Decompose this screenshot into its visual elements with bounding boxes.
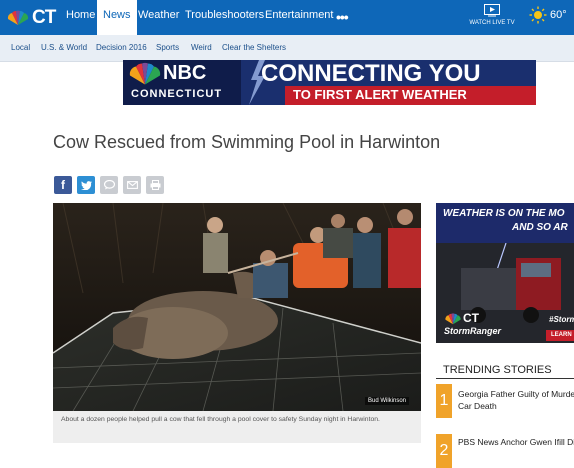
banner-peacock-icon: [129, 62, 161, 85]
trending-story-2-line1: PBS News Anchor Gwen Ifill Die: [458, 437, 574, 447]
facebook-share-button[interactable]: f: [54, 176, 72, 194]
peacock-icon: [7, 10, 29, 25]
banner-ad[interactable]: NBC CONNECTICUT CONNECTING YOU TO FIRST …: [123, 60, 536, 105]
banner-station-text: CONNECTICUT: [131, 88, 223, 100]
nav-news[interactable]: News: [97, 0, 137, 35]
comment-icon: [103, 180, 115, 190]
comment-button[interactable]: [100, 176, 118, 194]
photo-caption: About a dozen people helped pull a cow t…: [53, 411, 421, 443]
sun-icon: [529, 6, 547, 24]
nav-weather[interactable]: Weather: [132, 0, 185, 35]
weather-widget[interactable]: 60°: [529, 5, 567, 25]
ad-hashtag: #Storm: [549, 315, 574, 324]
trending-story-2[interactable]: PBS News Anchor Gwen Ifill Die: [458, 436, 574, 448]
trending-heading: TRENDING STORIES: [443, 364, 552, 376]
top-navigation-bar: CT Home News Weather Troubleshooters Ent…: [0, 0, 574, 35]
subnav-local[interactable]: Local: [11, 43, 30, 52]
cow-rescue-photo: [53, 203, 421, 411]
subnav-decision-2016[interactable]: Decision 2016: [96, 43, 147, 52]
banner-logo-block: NBC CONNECTICUT: [123, 60, 241, 105]
ad-brand: CT: [463, 311, 479, 325]
tv-icon: [484, 4, 500, 17]
storm-ranger-ad[interactable]: WEATHER IS ON THE MO AND SO AR CT StormR…: [436, 203, 574, 343]
nav-entertainment[interactable]: Entertainment: [259, 0, 339, 35]
ad-headline-2: AND SO AR: [512, 222, 568, 233]
ad-headline: WEATHER IS ON THE MO: [443, 208, 565, 219]
trending-story-1-line1: Georgia Father Guilty of Murde: [458, 389, 574, 399]
subnav-clear-the-shelters[interactable]: Clear the Shelters: [222, 43, 286, 52]
banner-subline: TO FIRST ALERT WEATHER: [293, 87, 467, 102]
email-icon: [126, 181, 138, 189]
email-button[interactable]: [123, 176, 141, 194]
banner-headline: CONNECTING YOU: [261, 60, 481, 87]
sub-navigation-bar: Local U.S. & World Decision 2016 Sports …: [0, 35, 574, 62]
nbc-ct-logo[interactable]: CT: [6, 5, 56, 31]
nav-home[interactable]: Home: [60, 0, 101, 35]
twitter-share-button[interactable]: [77, 176, 95, 194]
logo-text: CT: [32, 7, 56, 28]
trending-story-1[interactable]: Georgia Father Guilty of Murde Car Death: [458, 388, 574, 412]
nav-troubleshooters[interactable]: Troubleshooters: [179, 0, 270, 35]
facebook-icon: f: [61, 178, 65, 192]
subnav-us-world[interactable]: U.S. & World: [41, 43, 87, 52]
print-button[interactable]: [146, 176, 164, 194]
trending-rank-1: 1: [436, 384, 452, 418]
print-icon: [150, 180, 160, 190]
watch-live-tv-button[interactable]: WATCH LIVE TV: [464, 3, 520, 31]
trending-divider: [436, 378, 574, 379]
photo-credit: Bud Wilkinson: [365, 397, 410, 405]
twitter-icon: [80, 180, 92, 190]
temperature: 60°: [550, 9, 567, 21]
banner-nbc-text: NBC: [163, 62, 207, 84]
ad-product: StormRanger: [444, 326, 502, 336]
article-photo[interactable]: [53, 203, 421, 411]
ad-peacock-icon: [445, 313, 461, 325]
more-menu-button[interactable]: •••: [336, 9, 349, 25]
trending-rank-2: 2: [436, 434, 452, 468]
trending-story-1-line2: Car Death: [458, 401, 497, 411]
article-title: Cow Rescued from Swimming Pool in Harwin…: [53, 132, 441, 152]
subnav-sports[interactable]: Sports: [156, 43, 179, 52]
subnav-weird[interactable]: Weird: [191, 43, 212, 52]
ad-learn-more-button[interactable]: LEARN: [546, 330, 574, 341]
watch-live-label: WATCH LIVE TV: [469, 20, 515, 26]
